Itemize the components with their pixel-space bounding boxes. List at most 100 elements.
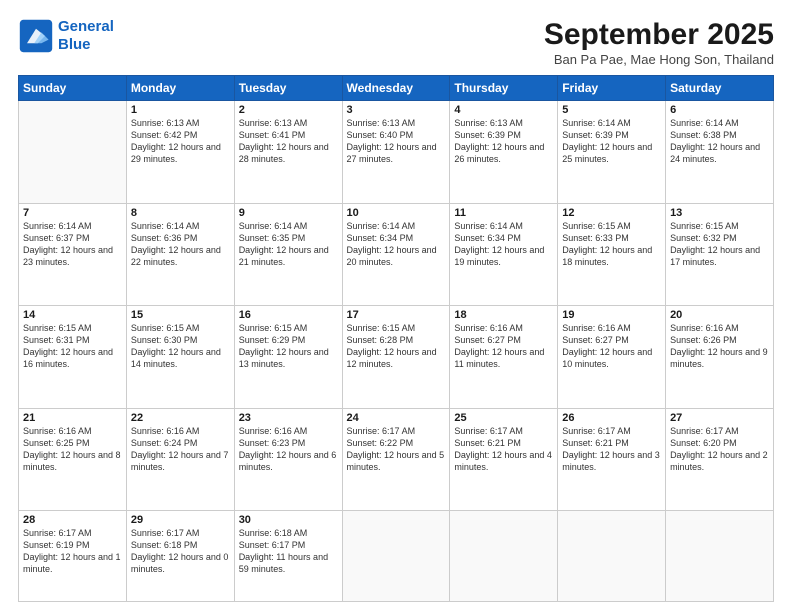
day-info: Sunrise: 6:17 AM Sunset: 6:21 PM Dayligh… <box>562 425 661 474</box>
day-info: Sunrise: 6:16 AM Sunset: 6:23 PM Dayligh… <box>239 425 338 474</box>
day-number: 13 <box>670 207 769 219</box>
calendar-cell <box>558 511 666 602</box>
calendar-cell: 8Sunrise: 6:14 AM Sunset: 6:36 PM Daylig… <box>126 203 234 306</box>
calendar-cell: 4Sunrise: 6:13 AM Sunset: 6:39 PM Daylig… <box>450 101 558 204</box>
day-number: 29 <box>131 514 230 526</box>
day-number: 18 <box>454 309 553 321</box>
calendar-cell: 1Sunrise: 6:13 AM Sunset: 6:42 PM Daylig… <box>126 101 234 204</box>
day-number: 8 <box>131 207 230 219</box>
calendar-week-row: 14Sunrise: 6:15 AM Sunset: 6:31 PM Dayli… <box>19 306 774 409</box>
day-number: 21 <box>23 412 122 424</box>
day-info: Sunrise: 6:17 AM Sunset: 6:22 PM Dayligh… <box>347 425 446 474</box>
day-number: 17 <box>347 309 446 321</box>
day-info: Sunrise: 6:15 AM Sunset: 6:28 PM Dayligh… <box>347 322 446 371</box>
day-number: 20 <box>670 309 769 321</box>
calendar-week-row: 28Sunrise: 6:17 AM Sunset: 6:19 PM Dayli… <box>19 511 774 602</box>
day-info: Sunrise: 6:14 AM Sunset: 6:38 PM Dayligh… <box>670 117 769 166</box>
day-info: Sunrise: 6:13 AM Sunset: 6:41 PM Dayligh… <box>239 117 338 166</box>
day-info: Sunrise: 6:13 AM Sunset: 6:39 PM Dayligh… <box>454 117 553 166</box>
calendar-cell: 15Sunrise: 6:15 AM Sunset: 6:30 PM Dayli… <box>126 306 234 409</box>
day-info: Sunrise: 6:16 AM Sunset: 6:27 PM Dayligh… <box>562 322 661 371</box>
calendar-cell: 16Sunrise: 6:15 AM Sunset: 6:29 PM Dayli… <box>234 306 342 409</box>
weekday-header: Sunday <box>19 76 127 101</box>
day-number: 19 <box>562 309 661 321</box>
day-info: Sunrise: 6:14 AM Sunset: 6:39 PM Dayligh… <box>562 117 661 166</box>
calendar-cell: 20Sunrise: 6:16 AM Sunset: 6:26 PM Dayli… <box>666 306 774 409</box>
day-info: Sunrise: 6:16 AM Sunset: 6:26 PM Dayligh… <box>670 322 769 371</box>
calendar-cell: 19Sunrise: 6:16 AM Sunset: 6:27 PM Dayli… <box>558 306 666 409</box>
weekday-header: Wednesday <box>342 76 450 101</box>
day-number: 23 <box>239 412 338 424</box>
logo-text: General Blue <box>58 18 114 54</box>
day-number: 24 <box>347 412 446 424</box>
calendar-cell: 21Sunrise: 6:16 AM Sunset: 6:25 PM Dayli… <box>19 408 127 511</box>
calendar-table: SundayMondayTuesdayWednesdayThursdayFrid… <box>18 75 774 602</box>
calendar-cell <box>450 511 558 602</box>
day-number: 10 <box>347 207 446 219</box>
weekday-header: Saturday <box>666 76 774 101</box>
day-info: Sunrise: 6:16 AM Sunset: 6:27 PM Dayligh… <box>454 322 553 371</box>
day-number: 22 <box>131 412 230 424</box>
day-number: 14 <box>23 309 122 321</box>
day-number: 5 <box>562 104 661 116</box>
calendar-header-row: SundayMondayTuesdayWednesdayThursdayFrid… <box>19 76 774 101</box>
calendar-cell: 6Sunrise: 6:14 AM Sunset: 6:38 PM Daylig… <box>666 101 774 204</box>
day-info: Sunrise: 6:16 AM Sunset: 6:24 PM Dayligh… <box>131 425 230 474</box>
day-number: 11 <box>454 207 553 219</box>
page: General Blue September 2025 Ban Pa Pae, … <box>0 0 792 612</box>
calendar-week-row: 1Sunrise: 6:13 AM Sunset: 6:42 PM Daylig… <box>19 101 774 204</box>
calendar-cell: 22Sunrise: 6:16 AM Sunset: 6:24 PM Dayli… <box>126 408 234 511</box>
day-number: 7 <box>23 207 122 219</box>
calendar-cell: 30Sunrise: 6:18 AM Sunset: 6:17 PM Dayli… <box>234 511 342 602</box>
day-info: Sunrise: 6:14 AM Sunset: 6:35 PM Dayligh… <box>239 220 338 269</box>
day-number: 15 <box>131 309 230 321</box>
calendar-cell <box>19 101 127 204</box>
day-info: Sunrise: 6:14 AM Sunset: 6:36 PM Dayligh… <box>131 220 230 269</box>
main-title: September 2025 <box>544 18 774 52</box>
calendar-cell: 13Sunrise: 6:15 AM Sunset: 6:32 PM Dayli… <box>666 203 774 306</box>
day-info: Sunrise: 6:15 AM Sunset: 6:31 PM Dayligh… <box>23 322 122 371</box>
calendar-cell: 18Sunrise: 6:16 AM Sunset: 6:27 PM Dayli… <box>450 306 558 409</box>
weekday-header: Tuesday <box>234 76 342 101</box>
weekday-header: Friday <box>558 76 666 101</box>
calendar-cell: 2Sunrise: 6:13 AM Sunset: 6:41 PM Daylig… <box>234 101 342 204</box>
day-number: 27 <box>670 412 769 424</box>
day-info: Sunrise: 6:14 AM Sunset: 6:37 PM Dayligh… <box>23 220 122 269</box>
day-info: Sunrise: 6:15 AM Sunset: 6:29 PM Dayligh… <box>239 322 338 371</box>
day-info: Sunrise: 6:15 AM Sunset: 6:30 PM Dayligh… <box>131 322 230 371</box>
day-number: 3 <box>347 104 446 116</box>
calendar-cell: 10Sunrise: 6:14 AM Sunset: 6:34 PM Dayli… <box>342 203 450 306</box>
logo: General Blue <box>18 18 114 54</box>
day-info: Sunrise: 6:18 AM Sunset: 6:17 PM Dayligh… <box>239 527 338 576</box>
day-info: Sunrise: 6:17 AM Sunset: 6:19 PM Dayligh… <box>23 527 122 576</box>
logo-line2: Blue <box>58 36 91 53</box>
day-number: 16 <box>239 309 338 321</box>
calendar-cell <box>666 511 774 602</box>
calendar-cell: 9Sunrise: 6:14 AM Sunset: 6:35 PM Daylig… <box>234 203 342 306</box>
day-number: 30 <box>239 514 338 526</box>
header: General Blue September 2025 Ban Pa Pae, … <box>18 18 774 67</box>
calendar-cell: 11Sunrise: 6:14 AM Sunset: 6:34 PM Dayli… <box>450 203 558 306</box>
day-info: Sunrise: 6:16 AM Sunset: 6:25 PM Dayligh… <box>23 425 122 474</box>
day-number: 6 <box>670 104 769 116</box>
calendar-cell: 29Sunrise: 6:17 AM Sunset: 6:18 PM Dayli… <box>126 511 234 602</box>
logo-icon <box>18 18 54 54</box>
day-number: 28 <box>23 514 122 526</box>
subtitle: Ban Pa Pae, Mae Hong Son, Thailand <box>544 52 774 67</box>
day-info: Sunrise: 6:15 AM Sunset: 6:33 PM Dayligh… <box>562 220 661 269</box>
calendar-week-row: 7Sunrise: 6:14 AM Sunset: 6:37 PM Daylig… <box>19 203 774 306</box>
calendar-cell: 5Sunrise: 6:14 AM Sunset: 6:39 PM Daylig… <box>558 101 666 204</box>
weekday-header: Monday <box>126 76 234 101</box>
day-number: 25 <box>454 412 553 424</box>
day-info: Sunrise: 6:17 AM Sunset: 6:21 PM Dayligh… <box>454 425 553 474</box>
calendar-cell: 17Sunrise: 6:15 AM Sunset: 6:28 PM Dayli… <box>342 306 450 409</box>
calendar-cell: 24Sunrise: 6:17 AM Sunset: 6:22 PM Dayli… <box>342 408 450 511</box>
weekday-header: Thursday <box>450 76 558 101</box>
logo-line1: General <box>58 18 114 35</box>
day-number: 4 <box>454 104 553 116</box>
calendar-cell: 3Sunrise: 6:13 AM Sunset: 6:40 PM Daylig… <box>342 101 450 204</box>
day-info: Sunrise: 6:13 AM Sunset: 6:42 PM Dayligh… <box>131 117 230 166</box>
day-info: Sunrise: 6:15 AM Sunset: 6:32 PM Dayligh… <box>670 220 769 269</box>
calendar-cell: 12Sunrise: 6:15 AM Sunset: 6:33 PM Dayli… <box>558 203 666 306</box>
calendar-cell: 23Sunrise: 6:16 AM Sunset: 6:23 PM Dayli… <box>234 408 342 511</box>
